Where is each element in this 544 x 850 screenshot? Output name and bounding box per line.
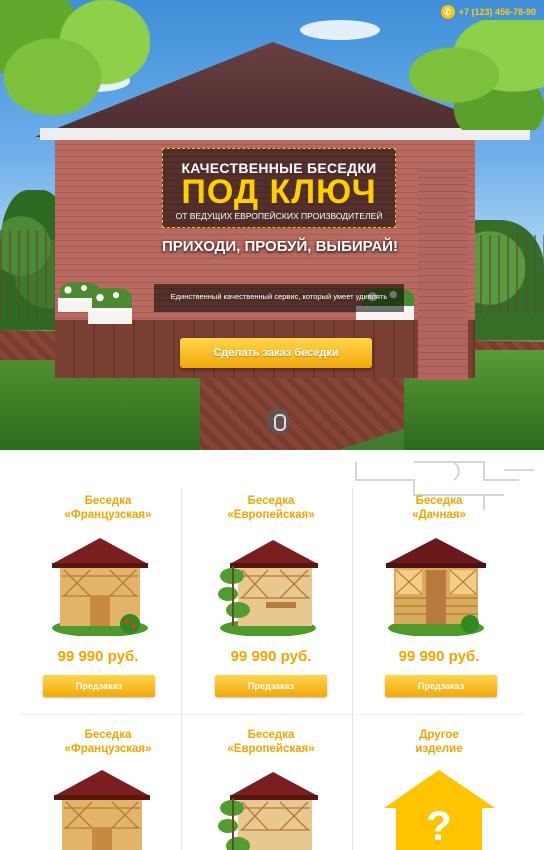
product-title: Другое: [419, 729, 459, 741]
product-title: «Европейская»: [227, 509, 315, 521]
phone-icon: ✆: [440, 5, 455, 19]
product-card: Беседка «Дачная»: [359, 494, 519, 522]
hero-slogan: ПРИХОДИ, ПРОБУЙ, ВЫБИРАЙ!: [162, 238, 398, 255]
product-title: Беседка: [247, 729, 295, 741]
hero-description: Единственный качественный сервис, которы…: [170, 292, 388, 301]
gazebo-pillar: [418, 170, 468, 380]
product-title: Беседка: [84, 495, 132, 507]
scroll-down-icon[interactable]: [267, 408, 289, 434]
product-card: Беседка «Французская»: [28, 494, 188, 522]
preorder-button[interactable]: Предзаказ: [43, 675, 155, 697]
product-title: изделие: [415, 743, 463, 755]
row-divider: [20, 714, 524, 715]
foliage: [394, 20, 544, 130]
product-card: Беседка «Европейская»: [191, 494, 351, 522]
foliage: [0, 0, 150, 140]
product-title: «Европейская»: [227, 743, 315, 755]
product-title: Беседка: [84, 729, 132, 741]
hero-title-main: ПОД КЛЮЧ: [181, 173, 377, 211]
european-gazebo-image: [218, 772, 318, 850]
fence: [0, 230, 55, 320]
product-title: Беседка: [415, 495, 463, 507]
product-card: Беседка «Французская»: [28, 728, 188, 756]
column-divider: [181, 488, 182, 850]
product-price: 99 990 руб.: [57, 648, 139, 665]
french-gazebo-image: [54, 770, 150, 850]
product-price: 99 990 руб.: [398, 648, 480, 665]
product-title: «Французская»: [64, 509, 152, 521]
phone-contact[interactable]: ✆ +7 (123) 456-78-90: [440, 4, 536, 20]
french-gazebo-image: [52, 538, 148, 636]
svg-text:?: ?: [426, 802, 452, 849]
phone-number[interactable]: +7 (123) 456-78-90: [459, 7, 536, 17]
preorder-button[interactable]: Предзаказ: [385, 675, 497, 697]
product-card: Другое изделие: [359, 728, 519, 756]
preorder-button[interactable]: Предзаказ: [215, 675, 327, 697]
country-gazebo-image: [386, 538, 486, 636]
european-gazebo-image: [218, 540, 318, 636]
product-catalog: Беседка «Французская» 99 990 руб. Предза…: [0, 450, 544, 850]
planter: [88, 308, 132, 324]
product-title: «Дачная»: [412, 509, 466, 521]
product-title: Беседка: [247, 495, 295, 507]
hero-subtitle: ОТ ВЕДУЩИХ ЕВРОПЕЙСКИХ ПРОИЗВОДИТЕЛЕЙ: [175, 211, 383, 221]
product-price: 99 990 руб.: [230, 648, 312, 665]
order-gazebo-button[interactable]: Сделать заказ беседки: [180, 338, 372, 368]
product-title: «Французская»: [64, 743, 152, 755]
column-divider: [352, 488, 353, 850]
question-house-icon: ?: [384, 770, 495, 850]
product-card: Беседка «Европейская»: [191, 728, 351, 756]
hero-banner: ✆ +7 (123) 456-78-90 КАЧЕСТВЕННЫЕ БЕСЕДК…: [0, 0, 544, 450]
cloud: [300, 20, 380, 40]
